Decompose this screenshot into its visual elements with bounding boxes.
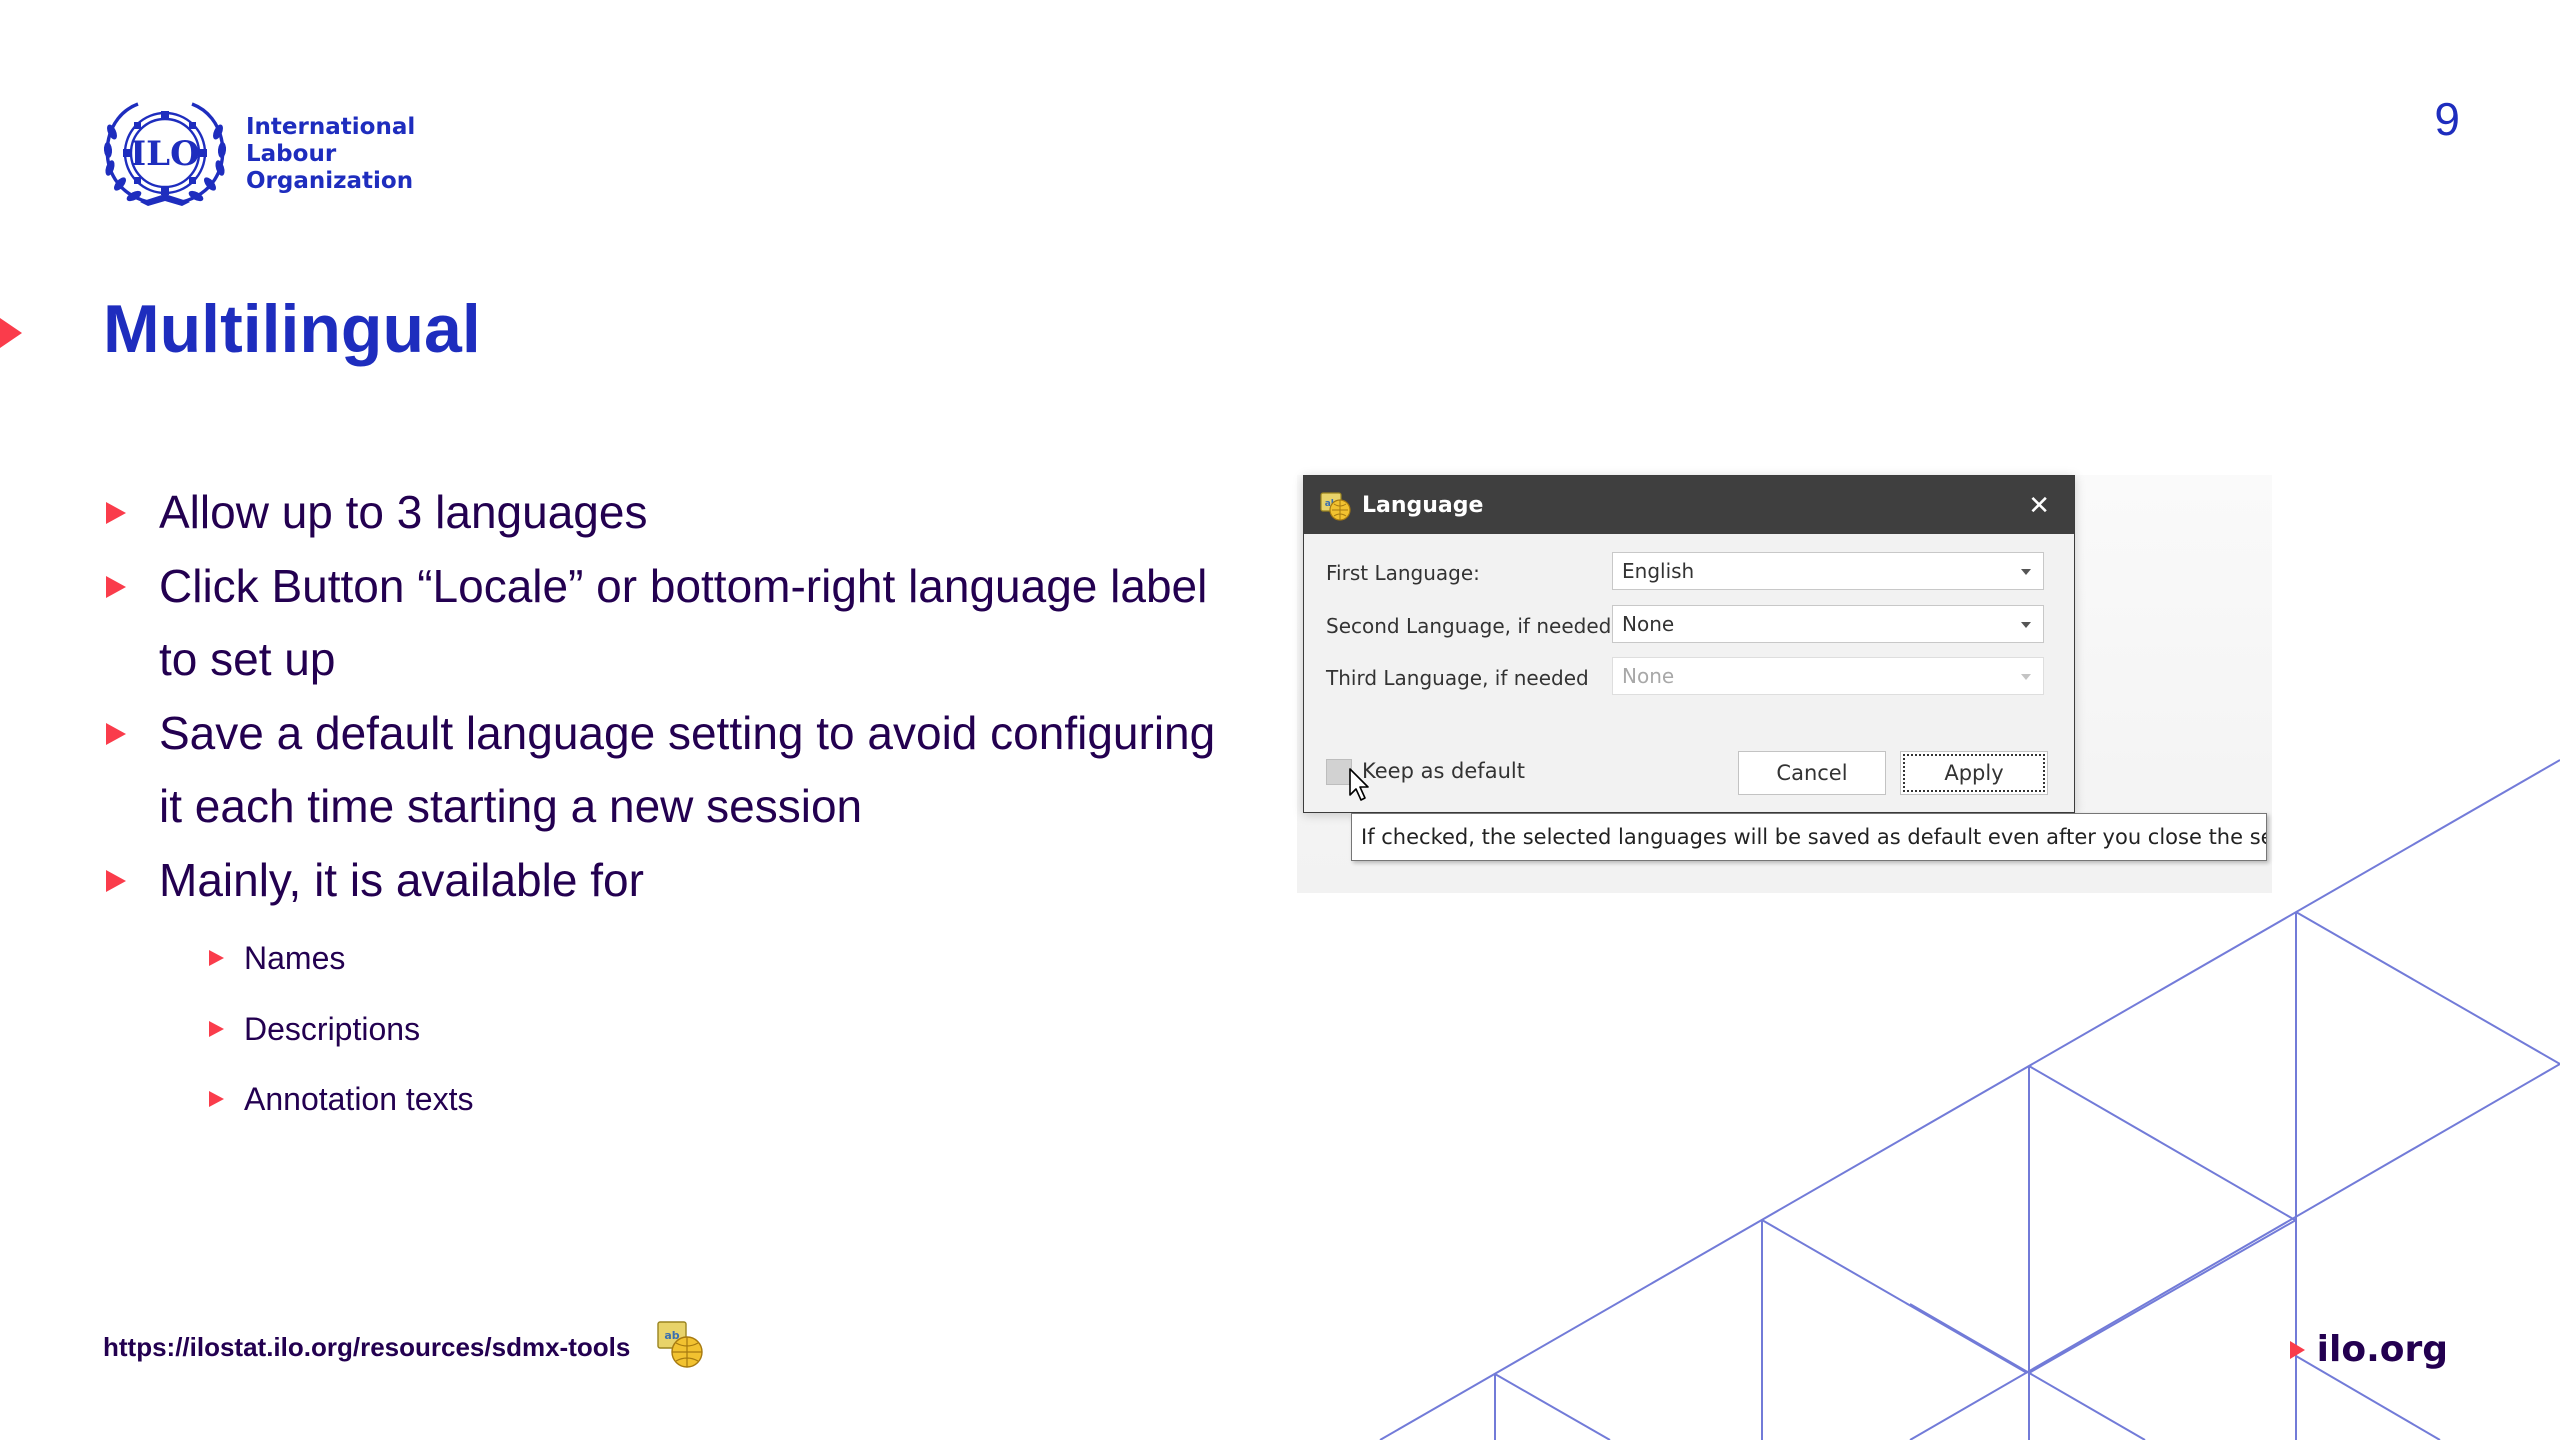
logo-line-3: Organization (246, 167, 414, 194)
chevron-down-icon (2021, 622, 2031, 628)
bullet-line: to set up (159, 633, 336, 685)
page-number: 9 (2434, 93, 2460, 145)
footer-brand: ilo.org (2289, 1329, 2448, 1370)
dialog-screenshot: ab Language ✕ First Language: English Se… (1297, 475, 2272, 893)
footer-url-link[interactable]: https://ilostat.ilo.org/resources/sdmx-t… (103, 1332, 630, 1363)
logo-line-2: Labour (246, 140, 337, 167)
third-language-value: None (1622, 664, 1675, 688)
mouse-cursor-icon (1349, 768, 1369, 801)
bullet-item: Mainly, it is available for (106, 844, 1286, 918)
ilo-emblem-text: ILO (130, 134, 199, 174)
dialog-body: First Language: English Second Language,… (1304, 534, 2074, 812)
first-language-select[interactable]: English (1612, 552, 2044, 590)
bullet-line: it each time starting a new session (159, 780, 863, 832)
close-icon[interactable]: ✕ (2028, 491, 2050, 519)
first-language-value: English (1622, 559, 1695, 583)
ilo-logo: ILO International Labour Organization (100, 98, 415, 210)
bullet-list: Allow up to 3 languages Click Button “Lo… (106, 476, 1286, 1135)
sub-bullet-item: Descriptions (209, 994, 1286, 1065)
chevron-down-icon (2021, 674, 2031, 680)
ilo-emblem-icon: ILO (103, 102, 227, 206)
bullet-line: Save a default language setting to avoid… (159, 706, 1216, 759)
bullet-item: Save a default language setting to avoid… (106, 697, 1286, 844)
bullet-item: Allow up to 3 languages (106, 476, 1286, 550)
sub-bullet-list: Names Descriptions Annotation texts (106, 923, 1286, 1135)
keep-default-tooltip: If checked, the selected languages will … (1351, 813, 2267, 861)
logo-line-1: International (246, 113, 416, 140)
apply-button[interactable]: Apply (1900, 751, 2048, 795)
dialog-titlebar[interactable]: ab Language ✕ (1304, 476, 2074, 534)
logo-text: International Labour Organization (246, 114, 415, 195)
slide-title: Multilingual (103, 291, 481, 367)
first-language-label: First Language: (1326, 561, 1480, 585)
sub-bullet-item: Names (209, 923, 1286, 994)
third-language-select[interactable]: None (1612, 657, 2044, 695)
keep-default-label[interactable]: Keep as default (1362, 759, 1525, 783)
bullet-line: Click Button “Locale” or bottom-right la… (159, 559, 1208, 612)
title-arrow-icon (0, 318, 22, 348)
sdmx-tool-icon: ab (657, 1321, 703, 1368)
cancel-button[interactable]: Cancel (1738, 751, 1886, 795)
chevron-down-icon (2021, 569, 2031, 575)
second-language-label: Second Language, if needed (1326, 614, 1612, 638)
second-language-value: None (1622, 612, 1675, 636)
brand-arrow-icon (2289, 1340, 2305, 1359)
sub-bullet-item: Annotation texts (209, 1064, 1286, 1135)
language-app-icon: ab (1320, 492, 1351, 521)
dialog-title: Language (1362, 492, 1484, 518)
second-language-select[interactable]: None (1612, 605, 2044, 643)
footer-brand-text[interactable]: ilo.org (2317, 1329, 2448, 1370)
slide: ILO International Labour Organization 9 … (0, 0, 2560, 1440)
third-language-label: Third Language, if needed (1326, 666, 1589, 690)
language-dialog: ab Language ✕ First Language: English Se… (1303, 475, 2075, 813)
bullet-item: Click Button “Locale” or bottom-right la… (106, 550, 1286, 697)
